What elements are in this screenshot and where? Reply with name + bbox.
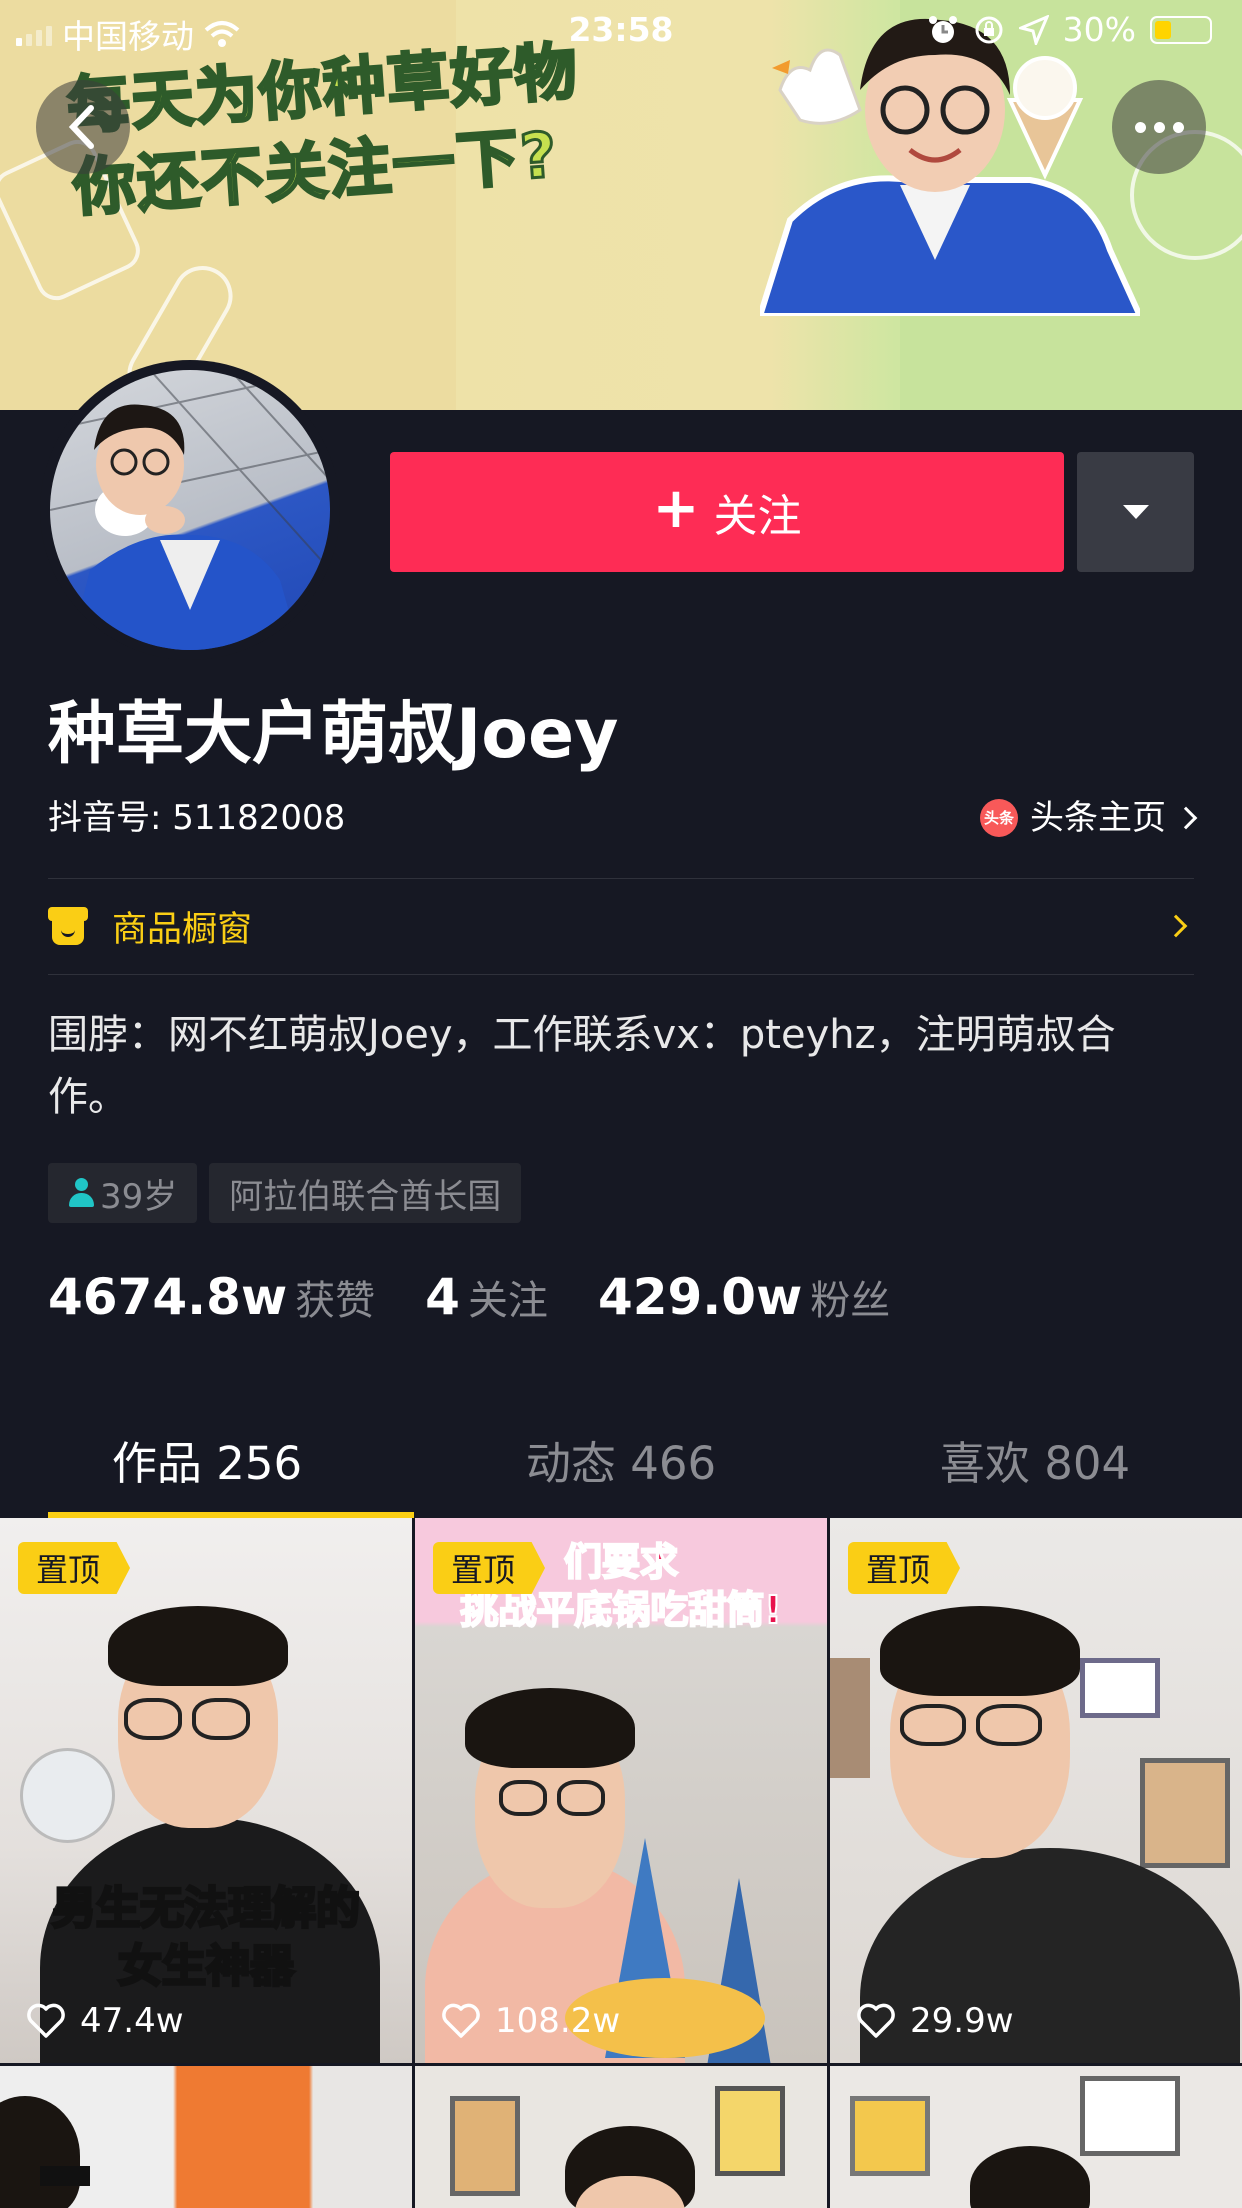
avatar-portrait: [50, 370, 330, 650]
profile-stats: 4674.8w 获赞 4 关注 429.0w 粉丝: [48, 1268, 940, 1326]
more-dots-icon: [1134, 121, 1184, 133]
following-count[interactable]: 4: [425, 1268, 460, 1326]
video-figure-hair: [108, 1606, 288, 1686]
wall-frame: [830, 1658, 870, 1778]
video-likes-count: 47.4w: [80, 2001, 184, 2041]
toutiao-homepage-link[interactable]: 头条 头条主页: [980, 795, 1198, 841]
rotation-lock-icon: [975, 16, 1003, 43]
video-likes-count: 108.2w: [495, 2001, 621, 2041]
likes-label: 获赞: [295, 1278, 376, 1324]
pinned-badge: 置顶: [18, 1542, 131, 1594]
video-likes-count: 29.9w: [910, 2001, 1014, 2041]
wall-frame: [715, 2086, 785, 2176]
age-tag-label: 39岁: [100, 1176, 178, 1217]
avatar[interactable]: [40, 360, 340, 660]
more-options-button[interactable]: [1112, 80, 1206, 174]
location-tag: 阿拉伯联合酋长国: [209, 1163, 522, 1223]
shop-window-row[interactable]: 商品橱窗: [48, 878, 1194, 974]
wall-frame: [1080, 2076, 1180, 2156]
video-figure-prop: [20, 1748, 115, 1843]
toutiao-logo-icon: 头条: [980, 799, 1018, 837]
glasses: [499, 1780, 605, 1816]
avatar-image: [50, 370, 330, 650]
followers-label[interactable]: 粉丝: [810, 1268, 890, 1326]
pinned-badge: 置顶: [848, 1542, 961, 1594]
recommend-dropdown-button[interactable]: [1077, 452, 1194, 572]
shop-icon: [48, 907, 88, 945]
location-tag-label: 阿拉伯联合酋长国: [229, 1176, 502, 1217]
video-caption-line-2: 女生神器: [117, 1940, 296, 1994]
glasses: [124, 1698, 250, 1740]
location-icon: [1018, 14, 1049, 45]
divider: [48, 974, 1194, 975]
wall-frame: [450, 2096, 520, 2196]
banner-slogan: 每天为你种草好物 你还不关注一下?: [64, 30, 587, 229]
heart-icon: [442, 2003, 480, 2038]
person-icon: [68, 1178, 94, 1208]
profile-bio: 围脖：网不红萌叔Joey，工作联系vx：pteyhz，注明萌叔合作。: [48, 1012, 1116, 1120]
alarm-icon: [928, 15, 957, 43]
plus-icon: +: [652, 476, 700, 541]
caret-down-icon: [1122, 505, 1149, 519]
status-right: 30%: [927, 10, 1212, 49]
tab-works[interactable]: 作品 256: [0, 1400, 414, 1518]
profile-tags: 39岁 阿拉伯联合酋长国: [48, 1163, 522, 1223]
following-label[interactable]: 关注: [468, 1268, 548, 1326]
video-caption: 男生无法理解的 女生神器: [0, 1880, 412, 1996]
heart-icon: [27, 2003, 65, 2038]
heart-icon: [857, 2003, 895, 2038]
likes-count: 4674.8w: [48, 1268, 288, 1326]
status-bar: 中国移动 23:58 30%: [0, 0, 1242, 60]
video-likes: 47.4w: [26, 2001, 184, 2041]
video-figure-hair: [880, 1606, 1080, 1696]
shop-label: 商品橱窗: [112, 909, 253, 950]
follow-label: 关注: [713, 491, 802, 542]
toutiao-label: 头条主页: [1030, 798, 1166, 838]
wall-frame: [1080, 1658, 1160, 1718]
wall-frame: [850, 2096, 930, 2176]
video-thumbnail[interactable]: [0, 2066, 412, 2208]
video-thumbnail[interactable]: 置顶 29.9w: [830, 1518, 1242, 2063]
pinned-badge: 置顶: [433, 1542, 546, 1594]
follow-button[interactable]: + 关注: [390, 452, 1064, 572]
video-figure-hair: [0, 2096, 80, 2208]
video-figure-hair: [970, 2146, 1090, 2208]
age-tag: 39岁: [48, 1163, 198, 1223]
chevron-right-icon: [1174, 806, 1198, 830]
followers-count[interactable]: 429.0w: [598, 1268, 802, 1326]
tab-likes[interactable]: 喜欢 804: [828, 1400, 1242, 1518]
video-thumbnail[interactable]: 们要求 挑战平底锅吃甜筒! 置顶 108.2w: [415, 1518, 827, 2063]
profile-tabs: 作品 256 动态 466 喜欢 804: [0, 1400, 1242, 1518]
glasses: [900, 1704, 1042, 1746]
video-figure-prop: [40, 2166, 90, 2186]
battery-icon: [1150, 15, 1212, 44]
video-figure-hair: [465, 1688, 635, 1768]
video-thumbnail[interactable]: [830, 2066, 1242, 2208]
profile-name: 种草大户萌叔Joey: [48, 695, 619, 774]
video-thumbnail[interactable]: [415, 2066, 827, 2208]
battery-percent: 30%: [1062, 10, 1136, 49]
douyin-id: 抖音号: 51182008: [48, 798, 346, 838]
video-thumbnail[interactable]: 男生无法理解的 女生神器 置顶 47.4w: [0, 1518, 412, 2063]
video-likes: 108.2w: [441, 2001, 620, 2041]
video-caption-line-1: 男生无法理解的: [51, 1882, 362, 1936]
tab-moments[interactable]: 动态 466: [414, 1400, 828, 1518]
video-likes: 29.9w: [856, 2001, 1014, 2041]
back-arrow-icon: [68, 105, 94, 149]
wall-frame: [1140, 1758, 1230, 1868]
profile-banner: 每天为你种草好物 你还不关注一下?: [0, 0, 1242, 410]
back-button[interactable]: [36, 80, 130, 174]
chevron-right-icon: [1164, 914, 1188, 938]
